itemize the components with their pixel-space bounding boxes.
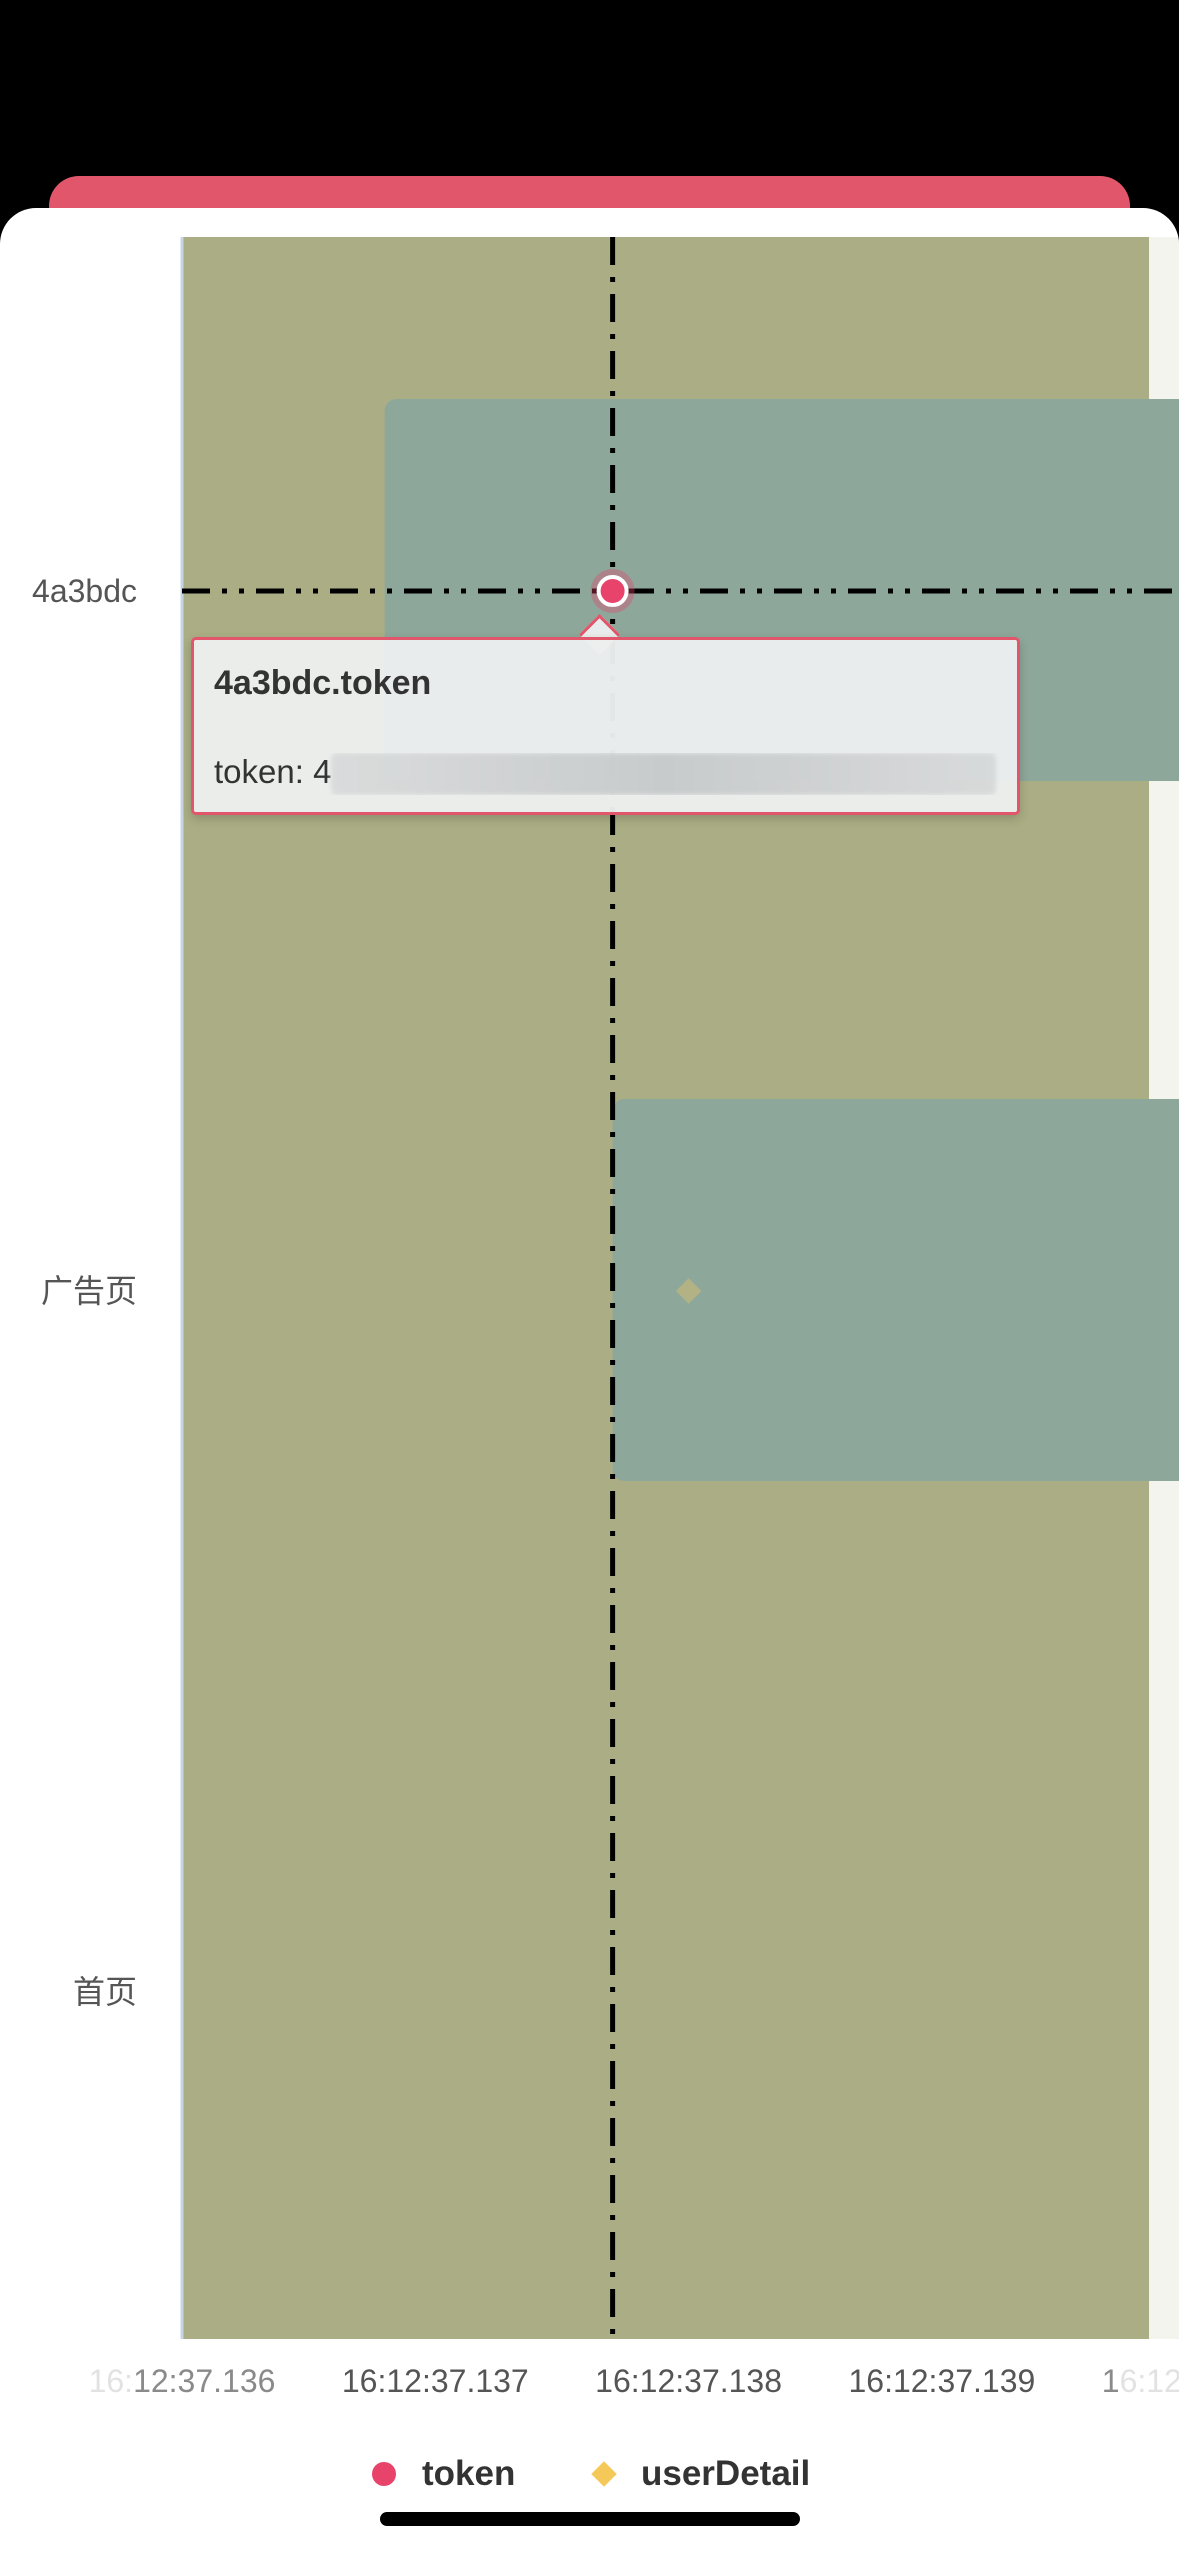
legend-userdetail-label: userDetail: [641, 2454, 811, 2493]
legend-item-token[interactable]: token: [372, 2454, 515, 2494]
x-tick-fade-right: [1120, 2358, 1179, 2404]
redacted-token-value: [331, 753, 997, 796]
tooltip-token-value: 4: [313, 753, 332, 790]
legend-userdetail-marker-icon: [591, 2461, 617, 2487]
tooltip-title: 4a3bdc.token: [214, 664, 432, 702]
chart-legend: token userDetail: [0, 2454, 1179, 2504]
x-tick-label: 16:12:37.137: [342, 2363, 529, 2399]
legend-token-marker-icon: [372, 2462, 396, 2486]
x-tick-label: 16:12:37.138: [595, 2363, 782, 2399]
y-category-label: 4a3bdc: [32, 573, 137, 609]
tooltip-token-line: token: 4: [214, 753, 999, 796]
chart-sheet: 4a3bdc 广告页 首页 16:12:37.136 16:12:37.137 16:12…: [0, 208, 1179, 2556]
x-tick-label: 16:12:37.139: [848, 2363, 1035, 2399]
y-category-label: 广告页: [41, 1273, 137, 1309]
tooltip: 4a3bdc.token token: 4: [191, 637, 1020, 815]
legend-item-userdetail[interactable]: userDetail: [591, 2454, 811, 2494]
home-indicator[interactable]: [380, 2512, 800, 2526]
legend-token-label: token: [422, 2454, 516, 2493]
y-category-label: 首页: [73, 1974, 137, 2010]
timeline-chart[interactable]: 4a3bdc广告页首页16:12:37.136 16:12:37.137 16:12…: [0, 208, 1179, 2556]
x-tick-fade-left: [60, 2358, 132, 2404]
token-data-point: [596, 575, 629, 607]
tooltip-token-label: token:: [214, 753, 314, 790]
